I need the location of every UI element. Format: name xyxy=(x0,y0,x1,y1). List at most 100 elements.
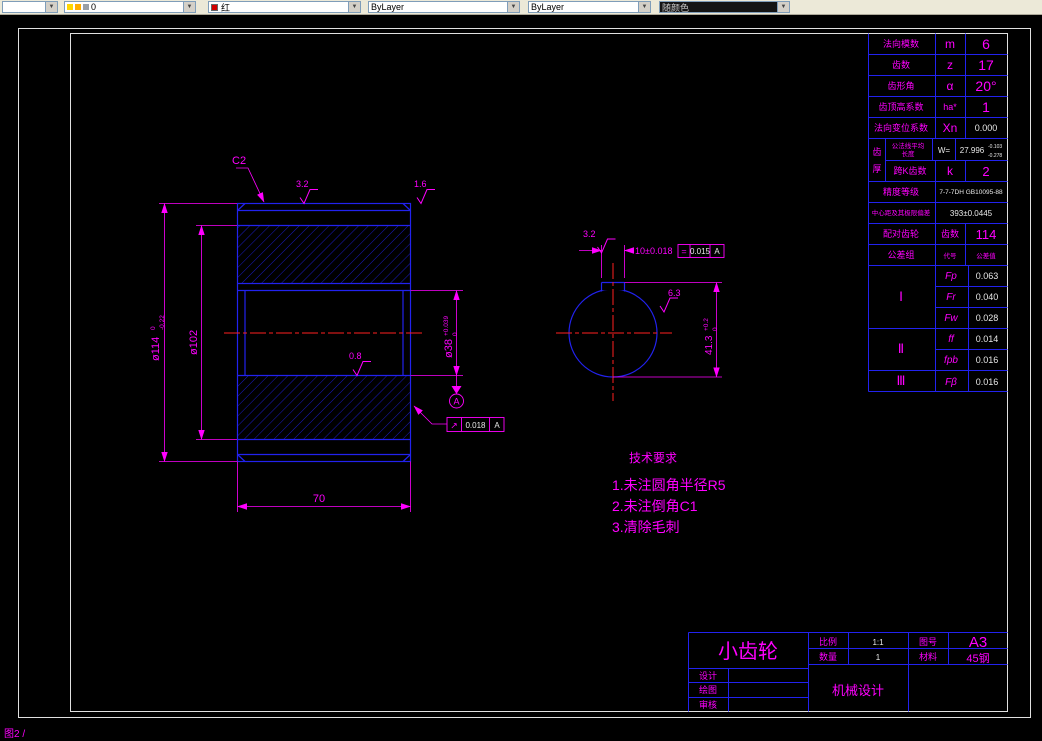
color-name: 红 xyxy=(221,2,231,13)
chevron-down-icon[interactable]: ▼ xyxy=(777,2,789,12)
mate-gear-value: 114 xyxy=(976,227,997,242)
center-dist-value: 393±0.0445 xyxy=(950,209,993,218)
param-label: 齿顶高系数 xyxy=(878,101,923,112)
drawing-no-label: 图号 xyxy=(919,637,937,647)
gear-section-view xyxy=(224,202,424,463)
layer-name: 0 xyxy=(91,2,97,12)
mate-gear-label: 配对齿轮 xyxy=(883,228,919,239)
hatch-top xyxy=(237,225,411,284)
drawing-canvas[interactable]: ø114 0 -0.22 ø102 ø38 +0.039 0 70 C2 3.2… xyxy=(0,0,1042,741)
hatch-bottom xyxy=(237,375,411,440)
gdt1-symbol-icon: ↗ xyxy=(450,421,458,431)
style-combo[interactable]: ▼ xyxy=(2,1,58,13)
chevron-down-icon[interactable]: ▼ xyxy=(507,2,519,12)
param-symbol: m xyxy=(945,37,955,51)
w-tol-dn: -0.278 xyxy=(988,153,1002,159)
dim-od-text: ø114 xyxy=(150,337,162,361)
chevron-down-icon[interactable]: ▼ xyxy=(183,2,195,12)
param-symbol: z xyxy=(947,58,953,72)
w-tol-up: -0.103 xyxy=(988,144,1002,150)
dim-keyway-depth-dn: 0 xyxy=(712,327,719,331)
lineweight-name: ByLayer xyxy=(531,2,565,12)
tech-item-2: 2.未注倒角C1 xyxy=(612,498,698,514)
linetype-combo[interactable]: ByLayer ▼ xyxy=(368,1,520,13)
lineweight-combo[interactable]: ByLayer ▼ xyxy=(528,1,651,13)
drafter-label: 绘图 xyxy=(699,684,717,695)
w-label-1: 公法线平均 xyxy=(892,141,925,150)
tol-group-col3: 公差值 xyxy=(976,251,996,260)
param-label: 法向模数 xyxy=(883,38,919,49)
tol-symbol: Fw xyxy=(944,313,958,324)
scale-value: 1:1 xyxy=(872,638,884,647)
chevron-down-icon[interactable]: ▼ xyxy=(638,2,650,12)
tech-item-1: 1.未注圆角半径R5 xyxy=(612,477,726,493)
param-label: 法向变位系数 xyxy=(874,122,928,133)
scale-label: 比例 xyxy=(819,636,837,647)
layer-on-icon xyxy=(67,4,73,10)
material-label: 材料 xyxy=(919,651,937,662)
drawing-no-value: A3 xyxy=(969,634,987,651)
tol-symbol: Fr xyxy=(946,292,956,303)
param-symbol: ha* xyxy=(943,102,957,112)
gdt1-datum: A xyxy=(494,421,500,430)
dim-od-tol-dn: -0.22 xyxy=(159,315,166,330)
dim-keyway-depth-up: +0.2 xyxy=(703,318,710,331)
layer-freeze-icon xyxy=(75,4,81,10)
finish-top2: 1.6 xyxy=(414,179,427,189)
tol-value: 0.028 xyxy=(976,313,999,323)
tooth-label-1: 齿 xyxy=(872,147,881,157)
param-value: 20° xyxy=(975,78,996,94)
tol-value: 0.063 xyxy=(976,271,999,281)
dim-od-tol-up: 0 xyxy=(150,326,157,330)
tech-item-3: 3.清除毛刺 xyxy=(612,519,680,535)
dim-width-text: 70 xyxy=(313,493,325,505)
gdt2-symbol-icon: = xyxy=(681,247,686,257)
k-label: 跨K齿数 xyxy=(893,165,926,176)
tol-symbol: Fp xyxy=(945,271,957,282)
layer-combo[interactable]: 0 ▼ xyxy=(64,1,196,13)
plotstyle-name: 随颜色 xyxy=(662,2,690,13)
param-symbol: Xn xyxy=(943,121,958,135)
accuracy-label: 精度等级 xyxy=(883,186,919,197)
param-value: 0.000 xyxy=(975,123,998,133)
chevron-down-icon[interactable]: ▼ xyxy=(45,2,57,12)
dim-bore-tol-up: +0.039 xyxy=(443,316,450,336)
finish-key-left: 3.2 xyxy=(583,229,596,239)
plotstyle-combo[interactable]: 随颜色 ▼ xyxy=(659,1,790,13)
status-bottom-left[interactable]: 图2 / xyxy=(4,728,25,740)
gdt1-tolerance: 0.018 xyxy=(465,421,486,430)
chevron-down-icon[interactable]: ▼ xyxy=(348,2,360,12)
param-symbol: α xyxy=(947,79,954,93)
param-label: 齿形角 xyxy=(887,80,914,91)
param-value: 17 xyxy=(978,57,994,73)
group-II: Ⅱ xyxy=(898,341,904,356)
gdt2-datum: A xyxy=(714,247,720,256)
dim-keyway-depth-text: 41.3 xyxy=(704,335,715,355)
layer-lock-icon xyxy=(83,4,89,10)
color-swatch-icon xyxy=(211,3,218,11)
qty-value: 1 xyxy=(876,653,881,662)
tol-group-label: 公差组 xyxy=(887,249,914,260)
tol-group-col2: 代号 xyxy=(944,251,958,260)
designer-label: 设计 xyxy=(699,670,717,681)
tol-symbol: fpb xyxy=(944,355,958,366)
tol-value: 0.016 xyxy=(976,355,999,365)
param-value: 6 xyxy=(982,36,990,52)
tol-value: 0.040 xyxy=(976,292,999,302)
gdt-frame-symmetry: = 0.015 A xyxy=(677,244,725,258)
part-name: 小齿轮 xyxy=(718,640,778,663)
param-value: 1 xyxy=(982,99,990,115)
tol-value: 0.016 xyxy=(976,377,999,387)
w-label-2: 长度 xyxy=(902,149,916,158)
dim-bore-text: ø38 xyxy=(443,339,455,358)
dim-root-text: ø102 xyxy=(188,330,200,355)
tooth-label-2: 厚 xyxy=(872,164,881,174)
w-symbol: W= xyxy=(938,146,951,155)
tol-symbol: Fβ xyxy=(945,377,957,388)
color-combo[interactable]: 红 ▼ xyxy=(208,1,361,13)
material-value: 45钢 xyxy=(966,652,989,665)
gdt2-tolerance: 0.015 xyxy=(690,247,711,256)
qty-label: 数量 xyxy=(819,651,837,662)
object-properties-toolbar: ▼ 0 ▼ 红 ▼ ByLayer ▼ ByLayer ▼ 随颜色 ▼ xyxy=(0,0,1042,15)
mate-gear-symbol: 齿数 xyxy=(941,228,959,239)
